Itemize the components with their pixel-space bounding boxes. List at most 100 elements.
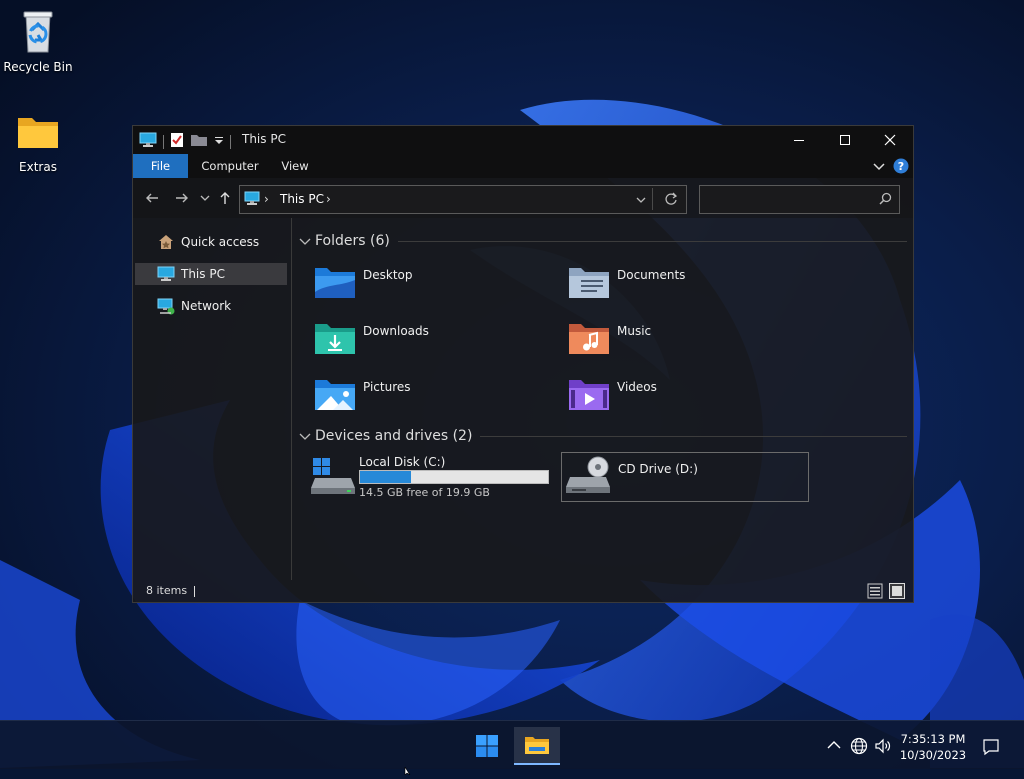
toolbar-separator bbox=[163, 134, 164, 149]
drive-label: Local Disk (C:) bbox=[359, 455, 446, 469]
network-globe-icon[interactable] bbox=[850, 737, 868, 755]
this-pc-monitor-icon bbox=[139, 132, 157, 151]
monitor-icon bbox=[157, 265, 175, 283]
desktop-icon-label: Recycle Bin bbox=[3, 60, 73, 74]
drive-label: CD Drive (D:) bbox=[618, 462, 698, 476]
drive-free-space: 14.5 GB free of 19.9 GB bbox=[359, 486, 490, 499]
system-clock[interactable]: 7:35:13 PM 10/30/2023 bbox=[896, 731, 970, 763]
taskbar: 7:35:13 PM 10/30/2023 bbox=[0, 720, 1024, 769]
folder-label: Pictures bbox=[363, 380, 411, 394]
properties-icon[interactable] bbox=[170, 132, 184, 151]
minimize-button[interactable] bbox=[776, 126, 822, 154]
recent-locations-button[interactable] bbox=[196, 189, 214, 207]
show-hidden-icons-chevron-icon[interactable] bbox=[826, 737, 844, 755]
window-title: This PC bbox=[242, 132, 286, 146]
folder-item-downloads[interactable]: Downloads bbox=[313, 318, 553, 364]
tab-file[interactable]: File bbox=[133, 154, 188, 178]
item-count: 8 items bbox=[146, 584, 188, 597]
documents-folder-icon bbox=[567, 262, 611, 302]
nav-item-label: This PC bbox=[181, 267, 225, 281]
close-button[interactable] bbox=[867, 126, 913, 154]
quick-access-toolbar bbox=[139, 132, 237, 151]
drive-usage-fill bbox=[360, 471, 411, 483]
nav-item-this-pc[interactable]: This PC bbox=[135, 263, 287, 285]
folder-icon bbox=[14, 108, 62, 156]
folder-item-videos[interactable]: Videos bbox=[567, 374, 807, 420]
taskbar-file-explorer-button[interactable] bbox=[514, 727, 560, 765]
arrow-up-icon bbox=[220, 192, 230, 204]
address-bar[interactable]: › This PC › bbox=[239, 185, 687, 214]
chevron-down-icon bbox=[200, 195, 210, 201]
toolbar-separator bbox=[230, 134, 231, 149]
expand-ribbon-chevron-icon[interactable] bbox=[873, 160, 885, 175]
details-view-button[interactable] bbox=[867, 583, 883, 599]
folder-item-desktop[interactable]: Desktop bbox=[313, 262, 553, 308]
svg-text:?: ? bbox=[898, 160, 904, 173]
music-folder-icon bbox=[567, 318, 611, 358]
refresh-icon[interactable] bbox=[664, 192, 678, 209]
group-header-label: Folders (6) bbox=[315, 233, 390, 249]
status-separator bbox=[194, 586, 195, 597]
forward-button[interactable] bbox=[173, 189, 191, 207]
search-input[interactable] bbox=[704, 189, 868, 210]
folder-item-documents[interactable]: Documents bbox=[567, 262, 807, 308]
group-divider bbox=[480, 435, 907, 437]
volume-icon[interactable] bbox=[874, 737, 892, 755]
monitor-icon bbox=[244, 191, 260, 209]
title-bar[interactable]: This PC bbox=[133, 126, 913, 154]
recycle-bin-icon bbox=[14, 8, 62, 56]
notifications-icon[interactable] bbox=[982, 738, 1000, 756]
breadcrumb-chevron-icon[interactable]: › bbox=[326, 192, 331, 206]
group-divider bbox=[397, 240, 907, 242]
clock-time: 7:35:13 PM bbox=[900, 732, 966, 746]
mouse-cursor-icon bbox=[404, 760, 414, 779]
folder-label: Downloads bbox=[363, 324, 429, 338]
large-icons-view-button[interactable] bbox=[889, 583, 905, 599]
tab-view[interactable]: View bbox=[273, 154, 317, 178]
address-dropdown-chevron-icon[interactable] bbox=[636, 194, 646, 208]
desktop-folder-icon bbox=[313, 262, 357, 302]
nav-item-quick-access[interactable]: Quick access bbox=[135, 231, 287, 253]
quick-access-star-icon bbox=[157, 233, 175, 251]
up-button[interactable] bbox=[216, 189, 234, 207]
desktop-icon-recycle-bin[interactable]: Recycle Bin bbox=[0, 8, 76, 74]
folder-label: Music bbox=[617, 324, 652, 338]
status-bar: 8 items bbox=[133, 580, 913, 602]
back-button[interactable] bbox=[143, 189, 161, 207]
nav-item-network[interactable]: Network bbox=[135, 295, 287, 317]
search-box[interactable] bbox=[699, 185, 900, 214]
downloads-folder-icon bbox=[313, 318, 357, 358]
collapse-chevron-icon[interactable] bbox=[299, 430, 311, 442]
start-button[interactable] bbox=[467, 727, 507, 765]
drive-item-cd-drive-d[interactable]: CD Drive (D:) bbox=[561, 452, 809, 502]
tab-computer[interactable]: Computer bbox=[193, 154, 267, 178]
content-pane: Folders (6) Desktop Documents Downloads bbox=[293, 218, 911, 580]
windows-logo-icon bbox=[476, 735, 498, 757]
group-header-folders[interactable]: Folders (6) bbox=[299, 230, 907, 252]
clock-date: 10/30/2023 bbox=[899, 748, 967, 762]
desktop-icon-extras[interactable]: Extras bbox=[0, 108, 76, 174]
new-folder-icon[interactable] bbox=[190, 133, 208, 150]
videos-folder-icon bbox=[567, 374, 611, 414]
maximize-icon bbox=[840, 135, 850, 145]
collapse-chevron-icon[interactable] bbox=[299, 235, 311, 247]
search-icon[interactable] bbox=[879, 192, 892, 208]
customize-toolbar-dropdown-icon[interactable] bbox=[214, 134, 224, 149]
arrow-left-icon bbox=[146, 193, 158, 203]
breadcrumb-this-pc[interactable]: This PC bbox=[280, 192, 324, 206]
nav-item-label: Network bbox=[181, 299, 232, 313]
drive-usage-bar bbox=[359, 470, 549, 484]
maximize-button[interactable] bbox=[822, 126, 868, 154]
large-icons-view-icon bbox=[889, 583, 905, 599]
folder-item-music[interactable]: Music bbox=[567, 318, 807, 364]
group-header-devices[interactable]: Devices and drives (2) bbox=[299, 425, 907, 447]
group-header-label: Devices and drives (2) bbox=[315, 428, 473, 444]
navigation-pane: Quick access This PC Network bbox=[133, 218, 292, 580]
local-disk-icon bbox=[311, 456, 355, 496]
drive-item-local-disk-c[interactable]: Local Disk (C:) 14.5 GB free of 19.9 GB bbox=[307, 452, 553, 502]
nav-item-label: Quick access bbox=[181, 235, 260, 249]
folder-item-pictures[interactable]: Pictures bbox=[313, 374, 553, 420]
folder-label: Desktop bbox=[363, 268, 413, 282]
help-icon[interactable]: ? bbox=[893, 158, 909, 177]
network-icon bbox=[157, 297, 175, 315]
